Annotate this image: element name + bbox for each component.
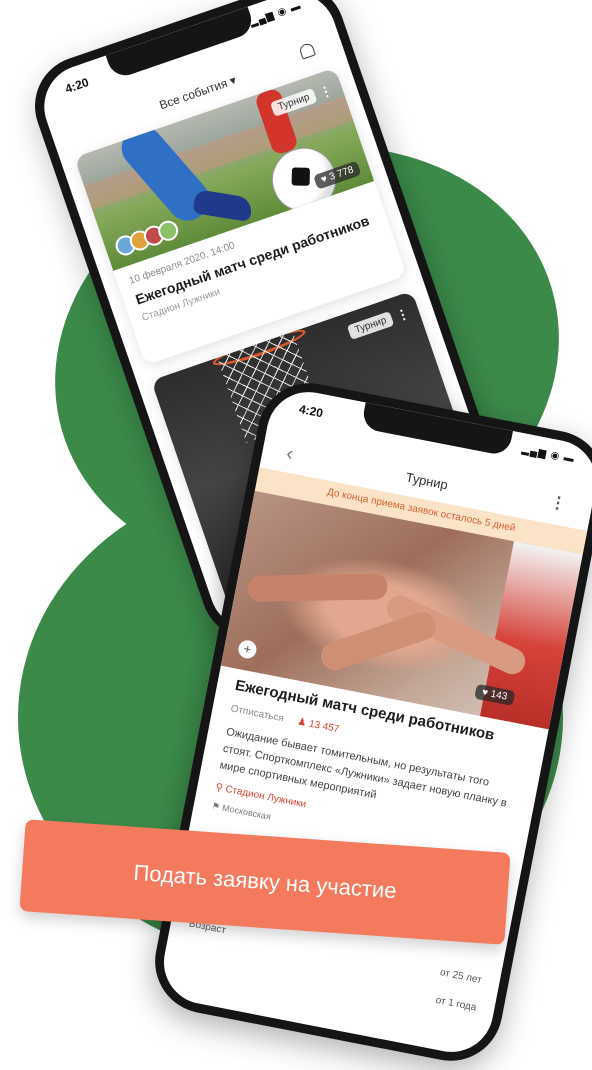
more-vertical-icon[interactable]: ⋮ xyxy=(317,82,335,101)
chevron-down-icon: ▾ xyxy=(227,72,239,89)
participants-count: ♟ 13 457 xyxy=(296,716,341,736)
phone-notch xyxy=(105,6,257,81)
status-time: 4:20 xyxy=(297,401,325,421)
age-value: от 25 лет xyxy=(438,967,483,987)
more-vertical-icon[interactable]: ⋮ xyxy=(394,305,412,324)
participant-avatars xyxy=(112,218,181,259)
status-time: 4:20 xyxy=(63,75,91,97)
plus-icon[interactable]: + xyxy=(236,638,258,660)
unsubscribe-link[interactable]: Отписаться xyxy=(230,703,285,724)
location-pin-icon: ⚲ xyxy=(214,781,224,795)
flag-icon: ⚑ xyxy=(211,800,221,812)
heart-icon: ♥ xyxy=(481,687,489,699)
status-icons: ▂▄▆ ◉ ▬ xyxy=(248,0,303,29)
status-icons: ▂▄▆ ◉ ▬ xyxy=(520,444,576,466)
event-tag: Турнир xyxy=(347,311,395,340)
heart-icon: ♥ xyxy=(319,173,329,186)
person-icon: ♟ xyxy=(296,716,308,729)
